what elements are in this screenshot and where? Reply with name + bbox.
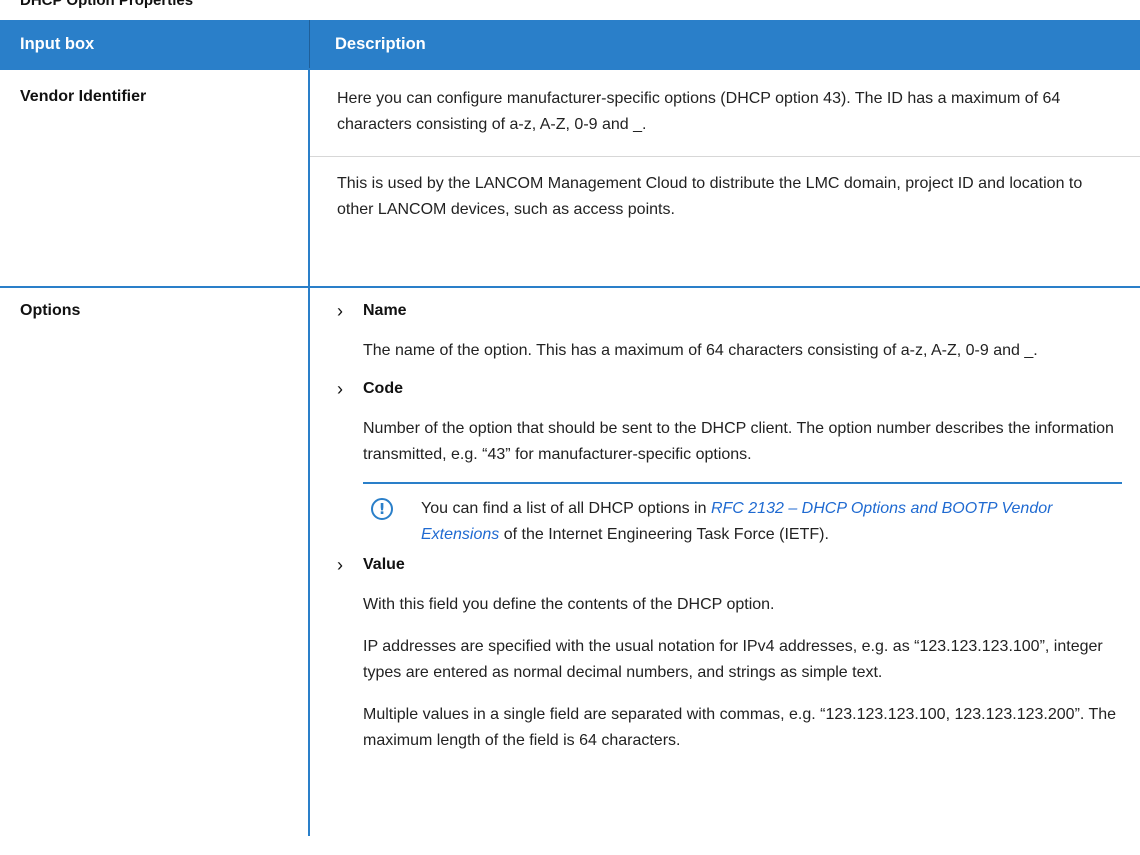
section-caption: DHCP Option Properties: [20, 0, 194, 9]
table-row-options: Options › Name The name of the option. T…: [0, 286, 1140, 836]
option-value-title: Value: [363, 556, 405, 573]
vendor-desc-paragraph-1: Here you can configure manufacturer-spec…: [337, 90, 1061, 133]
header-input-box: Input box: [0, 20, 310, 68]
chevron-right-icon: ›: [337, 379, 343, 399]
note-box: ! You can find a list of all DHCP option…: [363, 482, 1122, 548]
option-value-desc-3: Multiple values in a single field are se…: [363, 706, 1117, 749]
header-description: Description: [335, 34, 426, 53]
option-value-desc-1: With this field you define the contents …: [363, 596, 775, 613]
exclamation-circle-icon: !: [371, 498, 393, 520]
option-value-heading: › Value: [337, 552, 1122, 578]
vendor-identifier-description: Here you can configure manufacturer-spec…: [310, 70, 1140, 286]
chevron-right-icon: ›: [337, 555, 343, 575]
chevron-right-icon: ›: [337, 301, 343, 321]
options-label: Options: [0, 288, 310, 836]
option-value-desc-2: IP addresses are specified with the usua…: [363, 638, 1103, 681]
option-name-heading: › Name: [337, 298, 1122, 324]
table-header: Input box Description: [0, 20, 1140, 68]
options-description: › Name The name of the option. This has …: [310, 288, 1140, 836]
properties-table: Input box Description Vendor Identifier …: [0, 20, 1140, 836]
option-name-title: Name: [363, 302, 407, 319]
option-code-desc: Number of the option that should be sent…: [363, 420, 1114, 463]
note-text-pre: You can find a list of all DHCP options …: [421, 500, 711, 517]
vendor-identifier-label: Vendor Identifier: [0, 70, 310, 286]
note-text-post: of the Internet Engineering Task Force (…: [499, 526, 829, 543]
vendor-desc-paragraph-2: This is used by the LANCOM Management Cl…: [310, 156, 1140, 223]
option-code-title: Code: [363, 380, 403, 397]
option-code-heading: › Code: [337, 376, 1122, 402]
table-row-vendor-identifier: Vendor Identifier Here you can configure…: [0, 68, 1140, 286]
option-name-desc: The name of the option. This has a maxim…: [363, 342, 1038, 359]
